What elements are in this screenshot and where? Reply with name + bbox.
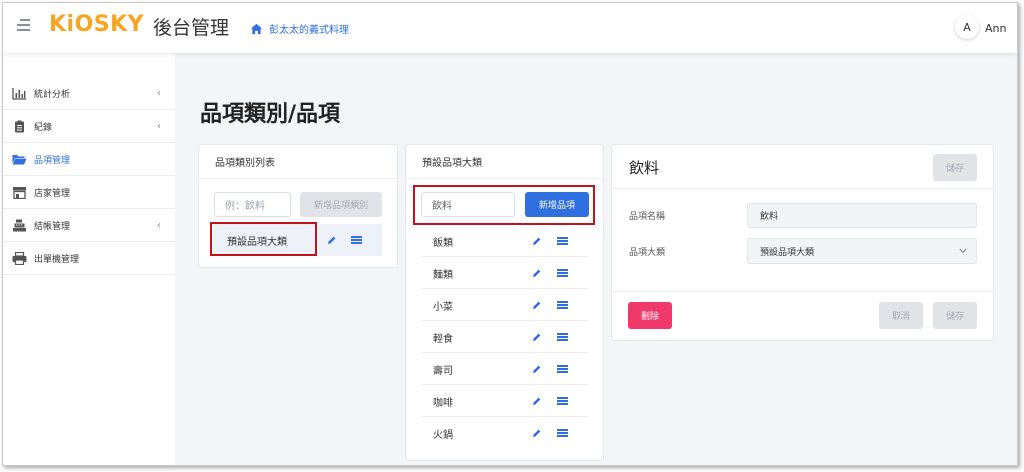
item-label: 麵類 <box>433 269 453 281</box>
sidebar-item-records[interactable]: 紀錄 ‹ <box>3 110 175 143</box>
store-name: 彭太太的義式料理 <box>269 25 349 36</box>
pencil-icon[interactable] <box>532 428 542 438</box>
sidebar-item-label: 結帳管理 <box>34 221 71 232</box>
pencil-icon[interactable] <box>532 396 542 406</box>
item-row[interactable]: 飯類 <box>421 225 589 257</box>
item-row[interactable]: 輕食 <box>421 321 589 353</box>
sidebar-item-printer-management[interactable]: 出單機管理 <box>3 242 175 275</box>
chevron-down-icon <box>959 248 967 254</box>
chevron-left-icon: ‹ <box>157 220 161 231</box>
sidebar-item-store-management[interactable]: 店家管理 <box>3 176 175 209</box>
pencil-icon[interactable] <box>532 268 542 278</box>
item-row[interactable]: 壽司 <box>421 353 589 385</box>
printer-icon <box>12 251 27 265</box>
chevron-left-icon: ‹ <box>157 88 161 99</box>
page-title: 品項類別/品項 <box>200 102 341 127</box>
drag-handle-icon[interactable] <box>557 429 568 437</box>
store-link[interactable]: 彭太太的義式料理 <box>250 21 349 36</box>
sidebar-item-item-management[interactable]: 品項管理 <box>3 143 175 176</box>
item-label: 飯類 <box>433 237 453 249</box>
save-button-bottom[interactable]: 儲存 <box>933 302 977 329</box>
highlight-box <box>413 185 595 225</box>
item-row[interactable]: 小菜 <box>421 289 589 321</box>
item-row[interactable]: 麵類 <box>421 257 589 289</box>
item-label: 火鍋 <box>433 429 453 441</box>
item-name-field[interactable]: 飲料 <box>747 203 977 228</box>
pencil-icon[interactable] <box>532 364 542 374</box>
detail-title: 飲料 <box>629 159 660 177</box>
save-button-top[interactable]: 儲存 <box>933 154 977 181</box>
pencil-icon[interactable] <box>532 300 542 310</box>
store-icon <box>13 186 26 199</box>
username[interactable]: Ann <box>985 22 1006 35</box>
divider <box>612 291 993 292</box>
drag-handle-icon[interactable] <box>557 301 568 309</box>
sidebar-item-label: 出單機管理 <box>34 254 80 265</box>
drag-handle-icon[interactable] <box>557 333 568 341</box>
drag-handle-icon[interactable] <box>557 269 568 277</box>
item-label: 咖啡 <box>433 397 453 409</box>
cancel-button[interactable]: 取消 <box>879 302 923 329</box>
item-label: 小菜 <box>433 301 453 313</box>
sidebar-item-label: 統計分析 <box>34 89 71 100</box>
clipboard-icon <box>15 120 24 132</box>
selected-category: 預設品項大類 <box>760 247 815 258</box>
chevron-left-icon: ‹ <box>157 121 161 132</box>
admin-title: 後台管理 <box>153 17 230 39</box>
drag-handle-icon[interactable] <box>557 397 568 405</box>
card-title: 預設品項大類 <box>406 145 603 179</box>
delete-button[interactable]: 刪除 <box>628 302 672 329</box>
highlight-box <box>210 222 317 256</box>
item-row[interactable]: 火鍋 <box>421 417 589 449</box>
avatar[interactable]: A <box>955 15 979 39</box>
item-row[interactable]: 咖啡 <box>421 385 589 417</box>
bar-chart-icon <box>12 87 26 100</box>
item-name-label: 品項名稱 <box>629 212 666 222</box>
drag-handle-icon[interactable] <box>557 365 568 373</box>
hamburger-menu-icon[interactable] <box>17 19 33 33</box>
item-label: 壽司 <box>433 365 453 377</box>
sidebar-item-checkout-management[interactable]: 結帳管理 ‹ <box>3 209 175 242</box>
drag-handle-icon[interactable] <box>557 237 568 245</box>
pencil-icon[interactable] <box>532 332 542 342</box>
item-label: 輕食 <box>433 333 453 345</box>
folder-open-icon <box>12 154 27 164</box>
card-title: 品項類別列表 <box>199 145 397 179</box>
top-header: KiOSKY 後台管理 彭太太的義式料理 A Ann <box>3 3 1017 53</box>
kiosky-logo: KiOSKY <box>49 12 145 37</box>
item-category-label: 品項大類 <box>629 248 666 258</box>
sidebar-item-label: 品項管理 <box>34 155 71 166</box>
pencil-icon[interactable] <box>532 236 542 246</box>
sidebar: 統計分析 ‹ 紀錄 ‹ 品項管理 店家管理 結帳管理 ‹ 出單機管理 <box>3 53 175 465</box>
sidebar-item-statistics[interactable]: 統計分析 ‹ <box>3 77 175 110</box>
drag-handle-icon[interactable] <box>351 236 362 244</box>
home-icon <box>250 23 263 34</box>
app-window: KiOSKY 後台管理 彭太太的義式料理 A Ann 統計分析 ‹ 紀錄 ‹ 品… <box>2 2 1018 466</box>
sidebar-item-label: 店家管理 <box>34 188 71 199</box>
category-name-input[interactable]: 例：飲料 <box>214 192 291 217</box>
item-category-select[interactable]: 預設品項大類 <box>747 238 977 264</box>
add-category-button[interactable]: 新增品項類別 <box>300 192 382 217</box>
sidebar-item-label: 紀錄 <box>34 122 53 133</box>
cash-register-icon <box>13 219 26 231</box>
pencil-icon[interactable] <box>327 235 337 245</box>
divider <box>612 188 993 189</box>
